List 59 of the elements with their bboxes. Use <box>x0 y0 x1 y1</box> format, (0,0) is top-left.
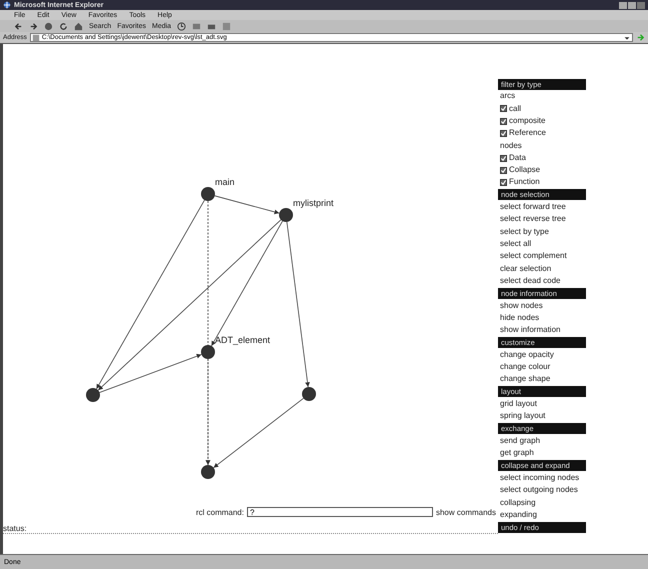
edge-arrow <box>214 195 280 214</box>
menu-action[interactable]: show information <box>498 324 594 336</box>
filter-option[interactable]: Data <box>509 152 526 164</box>
graph-node[interactable] <box>201 345 215 359</box>
filter-option[interactable]: Collapse <box>509 164 540 176</box>
menu-action[interactable]: grid layout <box>498 398 594 410</box>
menu-action[interactable]: get graph <box>498 447 594 460</box>
refresh-icon[interactable] <box>59 22 68 30</box>
menu-action[interactable]: change opacity <box>498 348 594 362</box>
graph-node[interactable] <box>302 387 316 401</box>
menu-action[interactable]: select forward tree <box>498 201 594 214</box>
history-icon[interactable] <box>177 22 186 30</box>
node-label: mylistprint <box>293 198 334 208</box>
node-label: main <box>215 177 235 187</box>
menu-action[interactable]: expanding <box>498 508 594 522</box>
graph-node[interactable] <box>86 388 100 402</box>
menu-action[interactable]: select dead code <box>498 274 594 288</box>
menu-action[interactable]: spring layout <box>498 410 594 423</box>
filter-group-label: arcs <box>499 90 516 102</box>
graph-node[interactable] <box>201 465 215 479</box>
page-icon <box>32 34 40 42</box>
checkbox[interactable] <box>500 118 507 125</box>
maximize-button[interactable] <box>628 2 636 8</box>
checkbox[interactable] <box>500 179 507 186</box>
close-button[interactable] <box>637 2 645 8</box>
menu-action[interactable]: change shape <box>498 373 594 386</box>
menu-action[interactable]: select complement <box>498 250 594 263</box>
browser-icon <box>3 1 11 9</box>
menu-action[interactable]: show nodes <box>498 300 594 312</box>
menu-action[interactable]: select incoming nodes <box>498 472 594 484</box>
menu-action[interactable]: clear selection <box>498 262 594 275</box>
checkbox[interactable] <box>500 130 507 137</box>
filter-option[interactable]: Function <box>509 176 540 189</box>
menu-action[interactable]: hide nodes <box>498 312 594 324</box>
menu-action[interactable]: change colour <box>498 361 594 374</box>
show-commands-link[interactable]: show commands <box>436 508 496 516</box>
checkbox[interactable] <box>500 166 507 174</box>
graph-node[interactable] <box>279 208 293 222</box>
checkbox[interactable] <box>500 105 507 112</box>
node-label: ADT_element <box>215 335 270 345</box>
filter-option[interactable]: Reference <box>509 127 546 140</box>
menu-action[interactable]: collapsing <box>498 496 594 509</box>
filter-option[interactable]: composite <box>509 114 546 128</box>
menu-action[interactable]: select all <box>498 238 594 250</box>
filter-group-label: nodes <box>499 140 523 152</box>
filter-option[interactable]: call <box>509 102 522 115</box>
status-label: status: <box>3 520 498 534</box>
graph-node[interactable] <box>201 187 215 201</box>
back-arrow-icon[interactable] <box>14 22 23 30</box>
minimize-button[interactable] <box>619 2 627 8</box>
command-label: rcl command: <box>196 508 244 516</box>
menu-action[interactable]: select outgoing nodes <box>498 484 594 497</box>
menu-action[interactable]: send graph <box>498 435 594 448</box>
menu-action[interactable]: select by type <box>498 226 594 238</box>
menu-action[interactable]: select reverse tree <box>498 213 594 226</box>
checkbox[interactable] <box>500 154 507 162</box>
forward-arrow-icon[interactable] <box>29 22 38 30</box>
command-field[interactable]: ? <box>246 507 433 517</box>
stop-icon[interactable] <box>44 22 53 30</box>
